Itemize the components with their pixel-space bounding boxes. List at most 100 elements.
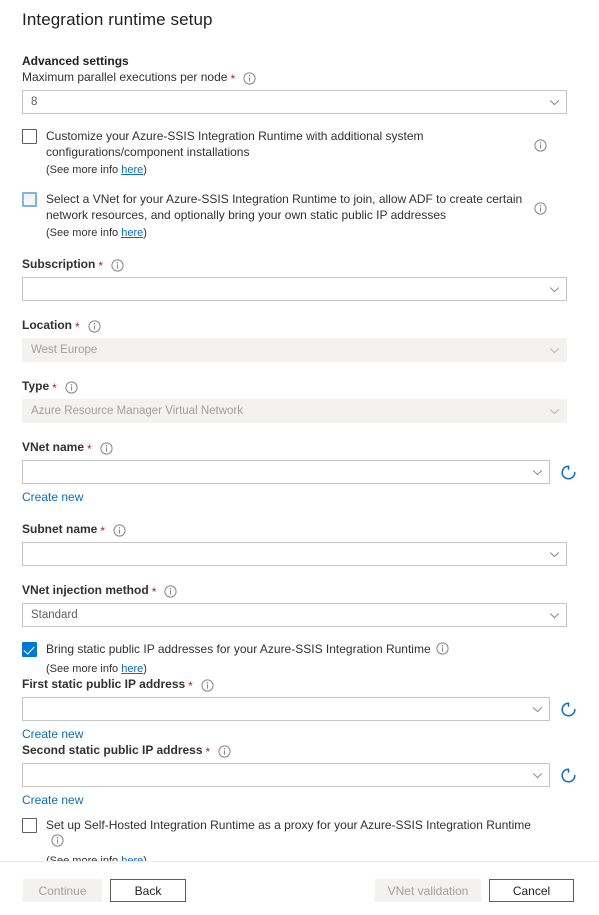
info-icon[interactable]: [201, 679, 214, 692]
create-new-second-ip-link[interactable]: Create new: [22, 792, 83, 808]
required-marker: *: [75, 319, 80, 334]
chevron-down-icon: [532, 770, 543, 781]
label-text: Maximum parallel executions per node: [22, 70, 228, 84]
second-static-ip-select[interactable]: [22, 763, 550, 787]
info-icon[interactable]: [534, 139, 547, 152]
max-parallel-executions-value: 8: [31, 96, 38, 108]
chevron-down-icon: [549, 97, 560, 108]
max-parallel-executions-select[interactable]: 8: [22, 90, 567, 114]
info-icon[interactable]: [111, 259, 124, 272]
refresh-icon[interactable]: [560, 464, 577, 481]
info-icon[interactable]: [51, 834, 64, 851]
continue-button[interactable]: Continue: [23, 879, 102, 902]
info-icon[interactable]: [88, 320, 101, 333]
label-text: Set up Self-Hosted Integration Runtime a…: [46, 818, 531, 832]
type-select: Azure Resource Manager Virtual Network: [22, 399, 567, 423]
required-marker: *: [188, 678, 193, 693]
refresh-icon[interactable]: [560, 767, 577, 784]
label-text: Second static public IP address: [22, 743, 203, 757]
label-vnet-injection-method: VNet injection method *: [22, 582, 577, 599]
label-subnet-name: Subnet name *: [22, 521, 577, 538]
label-text: VNet name: [22, 440, 85, 454]
info-icon[interactable]: [65, 381, 78, 394]
customize-checkbox-label: Customize your Azure-SSIS Integration Ru…: [46, 129, 424, 159]
select-vnet-checkbox[interactable]: [22, 192, 37, 207]
chevron-down-icon: [532, 704, 543, 715]
required-marker: *: [100, 523, 106, 538]
chevron-down-icon: [532, 467, 543, 478]
chevron-down-icon: [549, 406, 560, 417]
label-first-static-ip: First static public IP address *: [22, 676, 577, 693]
checkbox-row-bring-static-ip[interactable]: Bring static public IP addresses for you…: [22, 641, 577, 659]
second-static-ip-row: [22, 759, 577, 787]
hint-prefix: (See more info: [46, 227, 122, 239]
label-text: First static public IP address: [22, 677, 186, 691]
select-vnet-checkbox-block: Select a VNet for your Azure-SSIS Integr…: [22, 191, 577, 240]
checkbox-row-self-hosted-proxy[interactable]: Set up Self-Hosted Integration Runtime a…: [22, 817, 577, 851]
self-hosted-proxy-checkbox-label: Set up Self-Hosted Integration Runtime a…: [46, 817, 536, 851]
chevron-down-icon: [549, 549, 560, 560]
hint-suffix: ): [143, 227, 147, 239]
form-content: Integration runtime setup Advanced setti…: [0, 0, 599, 868]
info-icon[interactable]: [534, 202, 547, 215]
create-new-first-ip-link[interactable]: Create new: [22, 726, 83, 742]
label-second-static-ip: Second static public IP address *: [22, 742, 577, 759]
info-icon[interactable]: [243, 72, 256, 85]
required-marker: *: [98, 258, 104, 273]
bring-static-ip-checkbox[interactable]: [22, 642, 37, 657]
self-hosted-proxy-checkbox[interactable]: [22, 818, 37, 833]
hint-suffix: ): [143, 164, 147, 176]
bring-static-ip-checkbox-block: Bring static public IP addresses for you…: [22, 641, 577, 676]
type-value: Azure Resource Manager Virtual Network: [31, 405, 243, 417]
vnet-name-select[interactable]: [22, 460, 550, 484]
info-icon[interactable]: [164, 585, 177, 598]
checkbox-row-customize[interactable]: Customize your Azure-SSIS Integration Ru…: [22, 128, 577, 160]
label-text: Bring static public IP addresses for you…: [46, 642, 431, 656]
chevron-down-icon: [549, 284, 560, 295]
select-vnet-checkbox-label: Select a VNet for your Azure-SSIS Integr…: [46, 192, 523, 222]
info-icon[interactable]: [218, 745, 231, 758]
required-marker: *: [52, 380, 57, 395]
bring-static-ip-checkbox-label: Bring static public IP addresses for you…: [46, 641, 449, 659]
hint-link-here[interactable]: here: [121, 227, 143, 239]
first-static-ip-select[interactable]: [22, 697, 550, 721]
select-vnet-hint: (See more info here): [46, 226, 577, 240]
page-title: Integration runtime setup: [22, 10, 213, 29]
required-marker: *: [87, 441, 92, 456]
label-text: Location: [22, 318, 72, 332]
footer-bar: Continue Back VNet validation Cancel: [0, 861, 599, 915]
info-icon[interactable]: [436, 642, 449, 659]
customize-checkbox[interactable]: [22, 129, 37, 144]
cancel-button[interactable]: Cancel: [489, 879, 574, 902]
hint-prefix: (See more info: [46, 164, 122, 176]
label-text: Subscription: [22, 257, 96, 271]
back-button[interactable]: Back: [110, 879, 186, 902]
hint-link-here[interactable]: here: [121, 663, 143, 675]
integration-runtime-setup-page: Integration runtime setup Advanced setti…: [0, 0, 599, 915]
required-marker: *: [230, 71, 236, 86]
location-value: West Europe: [31, 344, 98, 356]
chevron-down-icon: [549, 345, 560, 356]
vnet-name-row: [22, 456, 577, 484]
checkbox-row-select-vnet[interactable]: Select a VNet for your Azure-SSIS Integr…: [22, 191, 577, 223]
info-icon[interactable]: [100, 442, 113, 455]
subscription-select[interactable]: [22, 277, 567, 301]
vnet-injection-method-select[interactable]: Standard: [22, 603, 567, 627]
refresh-icon[interactable]: [560, 701, 577, 718]
label-text: Type: [22, 379, 50, 393]
first-static-ip-row: [22, 693, 577, 721]
create-new-vnet-link[interactable]: Create new: [22, 489, 83, 505]
customize-hint: (See more info here): [46, 163, 577, 177]
label-type: Type *: [22, 378, 577, 395]
label-text: Subnet name: [22, 522, 98, 536]
subnet-name-select[interactable]: [22, 542, 567, 566]
label-vnet-name: VNet name *: [22, 439, 577, 456]
info-icon[interactable]: [113, 524, 126, 537]
label-text: VNet injection method: [22, 583, 149, 597]
label-max-parallel-executions: Maximum parallel executions per node *: [22, 69, 577, 86]
section-heading-advanced-settings: Advanced settings: [22, 54, 129, 68]
hint-link-here[interactable]: here: [121, 164, 143, 176]
hint-suffix: ): [143, 663, 147, 675]
vnet-validation-button[interactable]: VNet validation: [375, 879, 481, 902]
label-location: Location *: [22, 317, 577, 334]
